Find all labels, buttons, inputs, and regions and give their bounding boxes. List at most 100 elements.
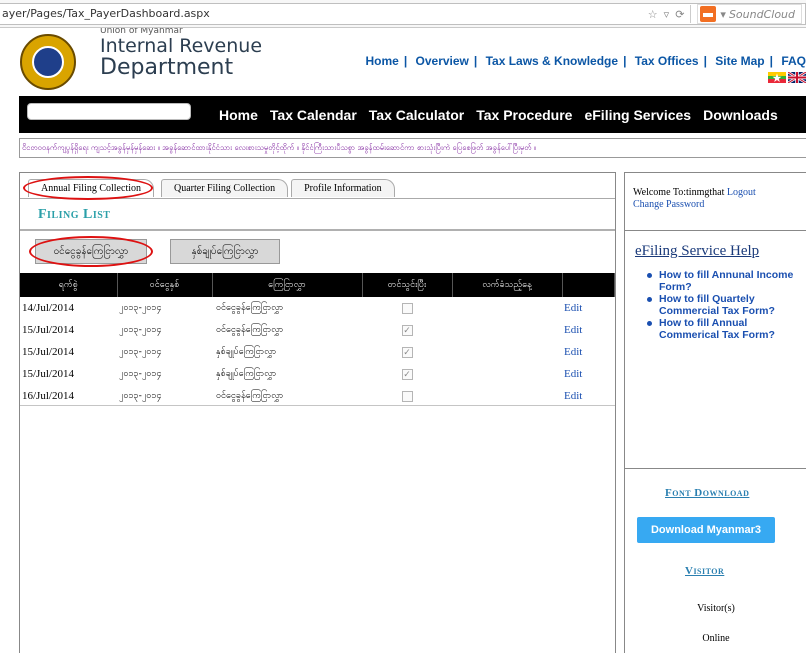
annual-commercial-return-button[interactable]: နှစ်ချုပ်ကြေငြာလွှာ (170, 239, 280, 264)
row-date: 14/Jul/2014 (22, 302, 74, 314)
announcement-marquee: ငိငတဝဝနက်ကျပွန်ရှိရေး ကျသင့်အခွန်မှန်မှန… (19, 138, 806, 158)
title-divider (20, 229, 615, 231)
row-received-date (452, 385, 562, 407)
menu-tax-calculator[interactable]: Tax Calculator (369, 107, 464, 123)
row-return-type: ဝင်ငွေခွန်ကြေငြာလွှာ (216, 324, 284, 335)
filing-tabs: Annual Filing Collection Quarter Filing … (28, 179, 395, 199)
tab-profile-information[interactable]: Profile Information (291, 179, 395, 197)
edit-link[interactable]: Edit (562, 385, 615, 407)
row-date: 15/Jul/2014 (22, 368, 74, 380)
row-date: 16/Jul/2014 (22, 390, 74, 402)
topnav-tax-laws[interactable]: Tax Laws & Knowledge (486, 54, 618, 68)
edit-link[interactable]: Edit (562, 297, 615, 319)
edit-link[interactable]: Edit (562, 319, 615, 341)
edit-link[interactable]: Edit (562, 341, 615, 363)
topnav-tax-offices[interactable]: Tax Offices (635, 54, 699, 68)
row-income-year: ၂၀၁၃-၂၀၁၄ (119, 390, 162, 401)
search-engine-box[interactable]: ▾ SoundCloud (697, 4, 802, 24)
row-income-year: ၂၀၁၃-၂၀၁၄ (119, 346, 162, 357)
row-date: 15/Jul/2014 (22, 324, 74, 336)
col-received-date: လက်ခံသည့်နေ့ (452, 273, 563, 297)
font-download-panel: Font Download Download Myanmar3 Visitor … (624, 468, 806, 653)
row-received-date (452, 319, 562, 341)
table-row: 14/Jul/2014 ၂၀၁၃-၂၀၁၄ ဝင်ငွေခွန်ကြေငြာလွ… (20, 297, 615, 319)
main-menu-items: Home Tax Calendar Tax Calculator Tax Pro… (219, 96, 778, 133)
row-date: 15/Jul/2014 (22, 346, 74, 358)
browser-toolbar-right: ☆ ▿ ⟳ ▾ SoundCloud (648, 4, 802, 24)
topnav-home[interactable]: Home (365, 54, 398, 68)
dropdown-arrow-icon[interactable]: ▿ (664, 8, 670, 21)
brand-line2: Department (100, 55, 234, 80)
row-return-type: ဝင်ငွေခွန်ကြေငြာလွှာ (216, 390, 284, 401)
tab-divider (20, 198, 615, 199)
brand-title: Union of Myanmar Internal Revenue Depart… (100, 28, 262, 80)
submitted-checkbox[interactable] (401, 390, 413, 402)
filing-list-title: Filing List (38, 207, 111, 222)
menu-home[interactable]: Home (219, 107, 258, 123)
col-action (562, 273, 615, 297)
col-return-type: ကြေငြာလွှာ (212, 273, 363, 297)
efiling-help-title: eFiling Service Help (635, 243, 760, 259)
topnav-site-map[interactable]: Site Map (715, 54, 764, 68)
help-link-quarterly-commercial[interactable]: How to fill Quartely Commercial Tax Form… (647, 293, 805, 317)
table-row: 15/Jul/2014 ၂၀၁၃-၂၀၁၄ ဝင်ငွေခွန်ကြေငြာလွ… (20, 319, 615, 341)
submitted-checkbox[interactable]: ✓ (401, 368, 413, 380)
download-myanmar3-button[interactable]: Download Myanmar3 (637, 517, 775, 543)
help-link-annual-commercial[interactable]: How to fill Annual Commerical Tax Form? (647, 317, 805, 341)
welcome-text: Welcome To:tinmgthat (633, 187, 725, 198)
row-received-date (452, 341, 562, 363)
filing-table: ရက်စွဲ ဝင်ငွေနှစ် ကြေငြာလွှာ တင်သွင်းပြီ… (20, 273, 615, 407)
search-engine-name: SoundCloud (728, 7, 795, 21)
reload-icon[interactable]: ⟳ (675, 8, 684, 21)
logout-link[interactable]: Logout (727, 187, 756, 198)
table-row: 15/Jul/2014 ၂၀၁၃-၂၀၁၄ နှစ်ချုပ်ကြေငြာလွှ… (20, 363, 615, 385)
row-received-date (452, 363, 562, 385)
brand-line1: Internal Revenue (100, 35, 263, 57)
myanmar-flag-icon[interactable] (768, 72, 786, 83)
online-count-label: Online (702, 633, 730, 644)
bookmark-star-icon[interactable]: ☆ (648, 8, 658, 21)
submitted-checkbox[interactable]: ✓ (401, 324, 413, 336)
row-income-year: ၂၀၁၃-၂၀၁၄ (119, 368, 162, 379)
menu-downloads[interactable]: Downloads (703, 107, 778, 123)
help-link-annual-income[interactable]: How to fill Annunal Income Form? (647, 269, 805, 293)
topnav-faq[interactable]: FAQ (781, 54, 806, 68)
row-received-date (452, 297, 562, 319)
welcome-panel: Welcome To:tinmgthat Logout Change Passw… (624, 172, 806, 234)
col-income-year: ဝင်ငွေနှစ် (117, 273, 213, 297)
visitor-count-label: Visitor(s) (697, 603, 735, 614)
menu-tax-calendar[interactable]: Tax Calendar (270, 107, 357, 123)
submitted-checkbox[interactable]: ✓ (401, 346, 413, 358)
table-row: 16/Jul/2014 ၂၀၁၃-၂၀၁၄ ဝင်ငွေခွန်ကြေငြာလွ… (20, 385, 615, 407)
language-flags (768, 72, 806, 83)
menu-efiling-services[interactable]: eFiling Services (584, 107, 691, 123)
site-search-input[interactable] (27, 103, 191, 120)
row-return-type: နှစ်ချုပ်ကြေငြာလွှာ (216, 346, 277, 357)
row-income-year: ၂၀၁၃-၂၀၁၄ (119, 302, 162, 313)
toolbar-separator (690, 5, 692, 23)
uk-flag-icon[interactable] (788, 72, 806, 83)
income-tax-return-button[interactable]: ဝင်ငွေခွန်ကြေငြာလွှာ (35, 239, 147, 264)
row-return-type: ဝင်ငွေခွန်ကြေငြာလွှာ (216, 302, 284, 313)
row-return-type: နှစ်ချုပ်ကြေငြာလွှာ (216, 368, 277, 379)
help-links: How to fill Annunal Income Form? How to … (647, 269, 805, 341)
main-panel: Annual Filing Collection Quarter Filing … (19, 172, 616, 653)
edit-link[interactable]: Edit (562, 363, 615, 385)
site-header: Union of Myanmar Internal Revenue Depart… (0, 28, 806, 90)
table-header-row: ရက်စွဲ ဝင်ငွေနှစ် ကြေငြာလွှာ တင်သွင်းပြီ… (20, 273, 615, 297)
top-nav: Home | Overview | Tax Laws & Knowledge | Ta… (365, 54, 806, 68)
topnav-overview[interactable]: Overview (416, 54, 469, 68)
search-engine-dropdown-icon: ▾ (720, 7, 726, 21)
table-row: 15/Jul/2014 ၂၀၁၃-၂၀၁၄ နှစ်ချုပ်ကြေငြာလွှ… (20, 341, 615, 363)
ird-logo[interactable] (20, 34, 76, 90)
submitted-checkbox[interactable] (401, 302, 413, 314)
font-download-title: Font Download (665, 487, 750, 499)
tab-quarter-filing[interactable]: Quarter Filing Collection (161, 179, 289, 197)
menu-tax-procedure[interactable]: Tax Procedure (476, 107, 572, 123)
main-menu-bar: Home Tax Calendar Tax Calculator Tax Pro… (19, 96, 806, 133)
soundcloud-icon (700, 6, 717, 22)
tab-annual-filing[interactable]: Annual Filing Collection (28, 179, 154, 197)
efiling-help-panel: eFiling Service Help How to fill Annunal… (624, 230, 806, 470)
change-password-link[interactable]: Change Password (633, 199, 704, 210)
col-date: ရက်စွဲ (20, 273, 118, 297)
